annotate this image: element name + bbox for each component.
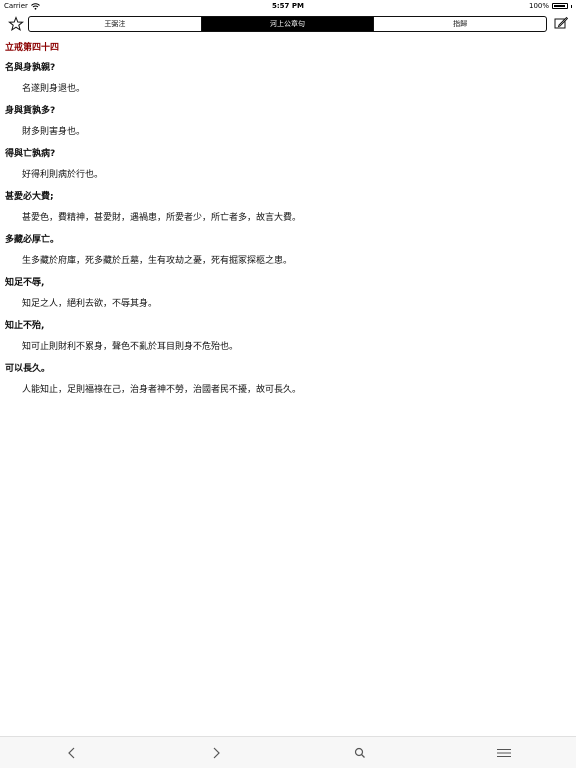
passage-text: 甚愛必大費;: [5, 192, 54, 202]
edit-icon[interactable]: [554, 16, 568, 30]
passage-text: 知止不殆,: [5, 321, 45, 331]
passage-block: 身與貨孰多? 財多則害身也。: [5, 104, 566, 139]
menu-icon[interactable]: [496, 745, 512, 761]
commentary-text: 好得利則病於行也。: [22, 170, 104, 180]
bottom-toolbar: [0, 736, 576, 768]
passage-text: 多藏必厚亡。: [5, 235, 60, 245]
status-bar: Carrier 5:57 PM 100%: [0, 0, 576, 12]
status-right: 100%: [529, 0, 572, 12]
tab-heshang-gong[interactable]: 河上公章句: [201, 17, 375, 31]
passage-block: 知止不殆, 知可止則財利不累身，聲色不亂於耳目則身不危殆也。: [5, 319, 566, 354]
commentary-text: 知足之人，絕利去欲，不辱其身。: [22, 299, 158, 309]
tab-zhi-gui[interactable]: 指歸: [374, 17, 546, 31]
battery-percent: 100%: [528, 2, 549, 10]
passage-block: 知足不辱, 知足之人，絕利去欲，不辱其身。: [5, 276, 566, 311]
passage-text: 身與貨孰多?: [5, 106, 56, 116]
search-icon[interactable]: [352, 745, 368, 761]
passage-block: 多藏必厚亡。生多藏於府庫，死多藏於丘墓，生有攻劫之憂，死有掘冢探柩之患。: [5, 233, 566, 268]
chevron-left-icon[interactable]: [64, 745, 80, 761]
passage-text: 知足不辱,: [5, 278, 45, 288]
commentary-text: 知可止則財利不累身，聲色不亂於耳目則身不危殆也。: [22, 342, 239, 352]
nav-bar: 王弼注 河上公章句 指歸: [0, 12, 576, 38]
passage-list: 名與身孰親? 名遂則身退也。身與貨孰多? 財多則害身也。得與亡孰病? 好得利則病於行也…: [5, 61, 566, 397]
star-icon[interactable]: [8, 16, 24, 32]
battery-tip: [571, 4, 572, 8]
battery-icon: [552, 3, 568, 9]
passage-text: 得與亡孰病?: [5, 149, 56, 159]
status-time: 5:57 PM: [272, 2, 304, 10]
commentary-text: 人能知止，足則福祿在己，治身者神不勞，治國者民不擾，故可長久。: [22, 385, 302, 395]
passage-block: 名與身孰親? 名遂則身退也。: [5, 61, 566, 96]
passage-block: 可以長久。人能知止，足則福祿在己，治身者神不勞，治國者民不擾，故可長久。: [5, 362, 566, 397]
passage-block: 得與亡孰病? 好得利則病於行也。: [5, 147, 566, 182]
passage-text: 名與身孰親?: [5, 63, 56, 73]
passage-text: 可以長久。: [5, 364, 51, 374]
commentary-segmented-control: 王弼注 河上公章句 指歸: [28, 16, 547, 32]
chapter-content: 立戒第四十四 名與身孰親? 名遂則身退也。身與貨孰多? 財多則害身也。得與亡孰病? 好…: [5, 38, 566, 405]
passage-block: 甚愛必大費; 甚愛色，費精神，甚愛財，遇禍患，所愛者少，所亡者多，故言大費。: [5, 190, 566, 225]
commentary-text: 甚愛色，費精神，甚愛財，遇禍患，所愛者少，所亡者多，故言大費。: [22, 213, 302, 223]
commentary-text: 生多藏於府庫，死多藏於丘墓，生有攻劫之憂，死有掘冢探柩之患。: [22, 256, 293, 266]
commentary-text: 名遂則身退也。: [22, 84, 86, 94]
chevron-right-icon[interactable]: [208, 745, 224, 761]
tab-wang-bi[interactable]: 王弼注: [29, 17, 202, 31]
chapter-title: 立戒第四十四: [5, 43, 60, 53]
commentary-text: 財多則害身也。: [22, 127, 86, 137]
